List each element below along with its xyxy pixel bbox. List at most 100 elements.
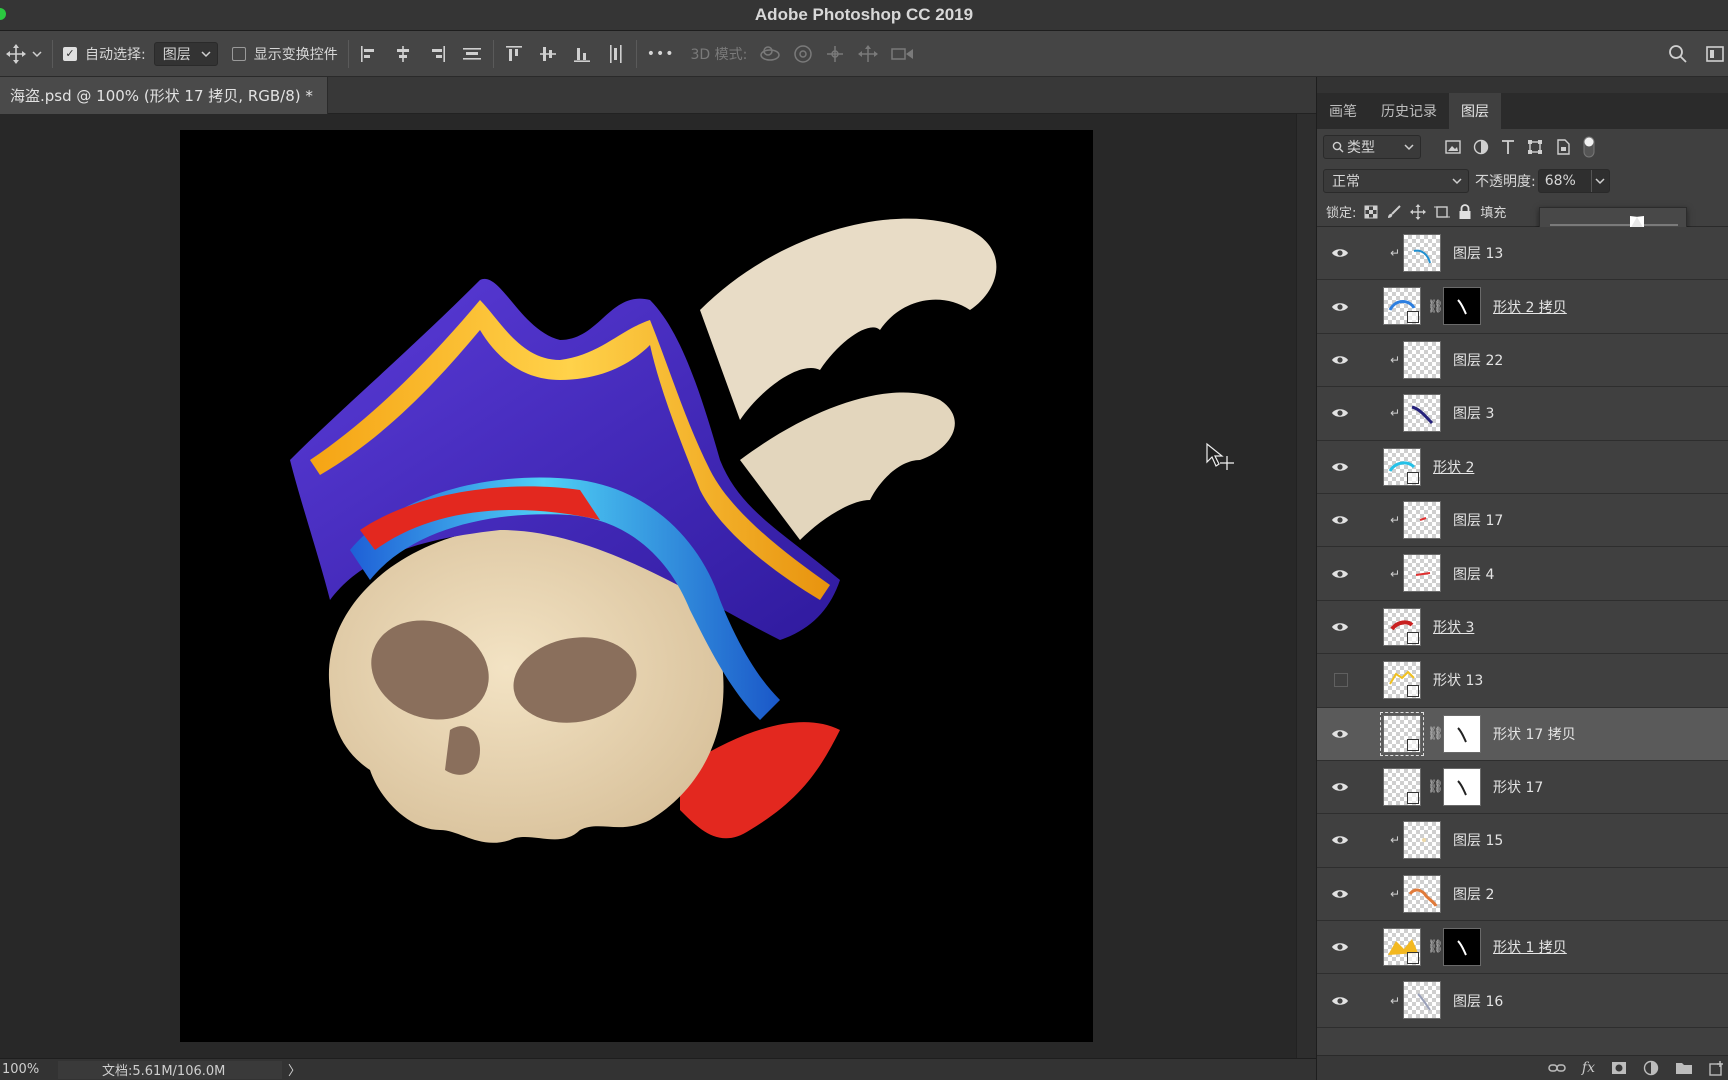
show-transform-checkbox[interactable] [231, 46, 246, 61]
layer-name[interactable]: 图层 15 [1453, 830, 1503, 850]
align-center-h-icon[interactable] [393, 44, 413, 64]
visibility-eye-icon[interactable] [1331, 941, 1349, 953]
tab-history[interactable]: 历史记录 [1369, 93, 1449, 129]
layer-thumbnail[interactable] [1383, 661, 1421, 700]
mask-link-icon[interactable]: ⛓ [1427, 780, 1444, 795]
visibility-eye-icon[interactable] [1331, 461, 1349, 473]
layer-name[interactable]: 形状 17 [1493, 777, 1543, 797]
layer-row[interactable]: ↵ 图层 3 [1317, 387, 1728, 441]
layer-row[interactable]: ↵ 图层 13 [1317, 227, 1728, 281]
tool-preset-chevron-icon[interactable] [32, 50, 42, 58]
adjustment-layer-icon[interactable] [1643, 1060, 1659, 1076]
layer-row[interactable]: ⛓ 形状 17 拷贝 [1317, 707, 1728, 761]
move-tool-icon[interactable] [6, 43, 26, 64]
visibility-eye-icon[interactable] [1331, 834, 1349, 846]
layer-name[interactable]: 形状 3 [1433, 617, 1474, 637]
layer-name[interactable]: 图层 13 [1453, 243, 1503, 263]
align-bottom-icon[interactable] [572, 44, 592, 64]
layer-row[interactable]: ⛓ 形状 1 拷贝 [1317, 921, 1728, 975]
filter-smart-object-icon[interactable] [1555, 139, 1571, 155]
opacity-slider-track[interactable] [1550, 224, 1678, 226]
window-zoom-button[interactable] [0, 8, 6, 20]
layer-thumbnail[interactable] [1403, 500, 1441, 539]
layer-row[interactable]: 形状 3 [1317, 601, 1728, 655]
more-options-button[interactable]: ••• [647, 46, 675, 62]
layer-thumbnail[interactable] [1383, 767, 1421, 806]
layer-row[interactable]: ↵ 图层 16 [1317, 974, 1728, 1028]
layer-thumbnail[interactable] [1403, 821, 1441, 860]
mask-link-icon[interactable]: ⛓ [1427, 940, 1444, 955]
lock-position-icon[interactable] [1410, 203, 1427, 220]
blend-mode-dropdown[interactable]: 正常 [1323, 169, 1469, 193]
layer-thumbnail[interactable] [1403, 340, 1441, 379]
layer-row[interactable]: ⛓ 形状 2 拷贝 [1317, 280, 1728, 334]
layers-list[interactable]: ↵ 图层 13 ⛓ 形状 2 拷贝 ↵ 图层 22 ↵ 图层 3 形状 2 ↵ 图层 17 ↵ 图层 4… [1317, 227, 1728, 1055]
visibility-toggle-off[interactable] [1334, 673, 1348, 688]
workspace-icon[interactable] [1706, 45, 1724, 63]
3d-camera-icon[interactable] [891, 46, 915, 62]
layer-row[interactable]: ↵ 图层 15 [1317, 814, 1728, 868]
document-size-info[interactable]: 文档:5.61M/106.0M [58, 1060, 282, 1079]
lock-artboard-icon[interactable] [1434, 204, 1451, 220]
visibility-eye-icon[interactable] [1331, 995, 1349, 1007]
new-layer-icon[interactable] [1709, 1060, 1725, 1076]
layer-name[interactable]: 图层 22 [1453, 350, 1503, 370]
vector-mask-thumbnail[interactable] [1443, 928, 1481, 967]
layer-name[interactable]: 图层 3 [1453, 403, 1494, 423]
opacity-slider-toggle[interactable] [1590, 170, 1609, 192]
filter-kind-dropdown[interactable]: 类型 [1323, 135, 1421, 159]
distribute-h-icon[interactable] [461, 44, 483, 64]
layer-thumbnail[interactable] [1403, 394, 1441, 433]
vector-mask-thumbnail[interactable] [1443, 714, 1481, 753]
layer-row[interactable]: ⛓ 形状 17 [1317, 761, 1728, 815]
new-group-icon[interactable] [1675, 1061, 1693, 1075]
layer-row[interactable]: ↵ 图层 4 [1317, 547, 1728, 601]
add-mask-icon[interactable] [1611, 1061, 1627, 1075]
lock-brush-icon[interactable] [1386, 204, 1402, 220]
visibility-eye-icon[interactable] [1331, 728, 1349, 740]
visibility-eye-icon[interactable] [1331, 247, 1349, 259]
mask-link-icon[interactable]: ⛓ [1427, 299, 1444, 314]
layer-row[interactable]: ↵ 图层 17 [1317, 494, 1728, 548]
opacity-field[interactable]: 68% [1537, 169, 1610, 193]
lock-transparent-icon[interactable] [1364, 205, 1378, 219]
layer-name[interactable]: 图层 17 [1453, 510, 1503, 530]
document-canvas[interactable] [180, 130, 1093, 1042]
distribute-v-icon[interactable] [606, 43, 626, 65]
layer-name[interactable]: 图层 4 [1453, 564, 1494, 584]
link-layers-icon[interactable] [1548, 1062, 1566, 1074]
3d-orbit-icon[interactable] [759, 45, 781, 63]
layer-name[interactable]: 形状 1 拷贝 [1493, 937, 1567, 957]
layer-row[interactable]: 形状 2 [1317, 441, 1728, 494]
filter-pixel-icon[interactable] [1445, 140, 1461, 154]
layer-name[interactable]: 形状 17 拷贝 [1493, 724, 1576, 744]
status-menu-arrow[interactable]: 〉 [288, 1060, 301, 1079]
tab-brushes[interactable]: 画笔 [1317, 93, 1369, 129]
mask-link-icon[interactable]: ⛓ [1427, 726, 1444, 741]
layer-style-fx-icon[interactable]: fx [1582, 1060, 1595, 1076]
visibility-eye-icon[interactable] [1331, 568, 1349, 580]
layer-thumbnail[interactable] [1383, 928, 1421, 967]
vertical-scrollbar[interactable] [1296, 114, 1316, 1058]
align-top-icon[interactable] [504, 44, 524, 64]
layer-thumbnail[interactable] [1403, 874, 1441, 913]
align-middle-v-icon[interactable] [538, 44, 558, 64]
visibility-eye-icon[interactable] [1331, 407, 1349, 419]
layer-name[interactable]: 形状 2 [1433, 457, 1474, 477]
lock-all-icon[interactable] [1458, 203, 1472, 220]
visibility-eye-icon[interactable] [1331, 514, 1349, 526]
vector-mask-thumbnail[interactable] [1443, 287, 1481, 326]
3d-roll-icon[interactable] [793, 44, 813, 64]
3d-slide-icon[interactable] [857, 44, 879, 64]
layer-thumbnail[interactable] [1403, 554, 1441, 593]
layer-thumbnail[interactable] [1383, 287, 1421, 326]
filter-toggle-icon[interactable] [1583, 136, 1595, 158]
visibility-eye-icon[interactable] [1331, 301, 1349, 313]
vector-mask-thumbnail[interactable] [1443, 767, 1481, 806]
visibility-eye-icon[interactable] [1331, 621, 1349, 633]
filter-type-icon[interactable] [1501, 139, 1515, 155]
filter-adjustment-icon[interactable] [1473, 139, 1489, 155]
layer-row[interactable]: ↵ 图层 2 [1317, 868, 1728, 922]
layer-name[interactable]: 形状 2 拷贝 [1493, 297, 1567, 317]
filter-shape-icon[interactable] [1527, 139, 1543, 155]
